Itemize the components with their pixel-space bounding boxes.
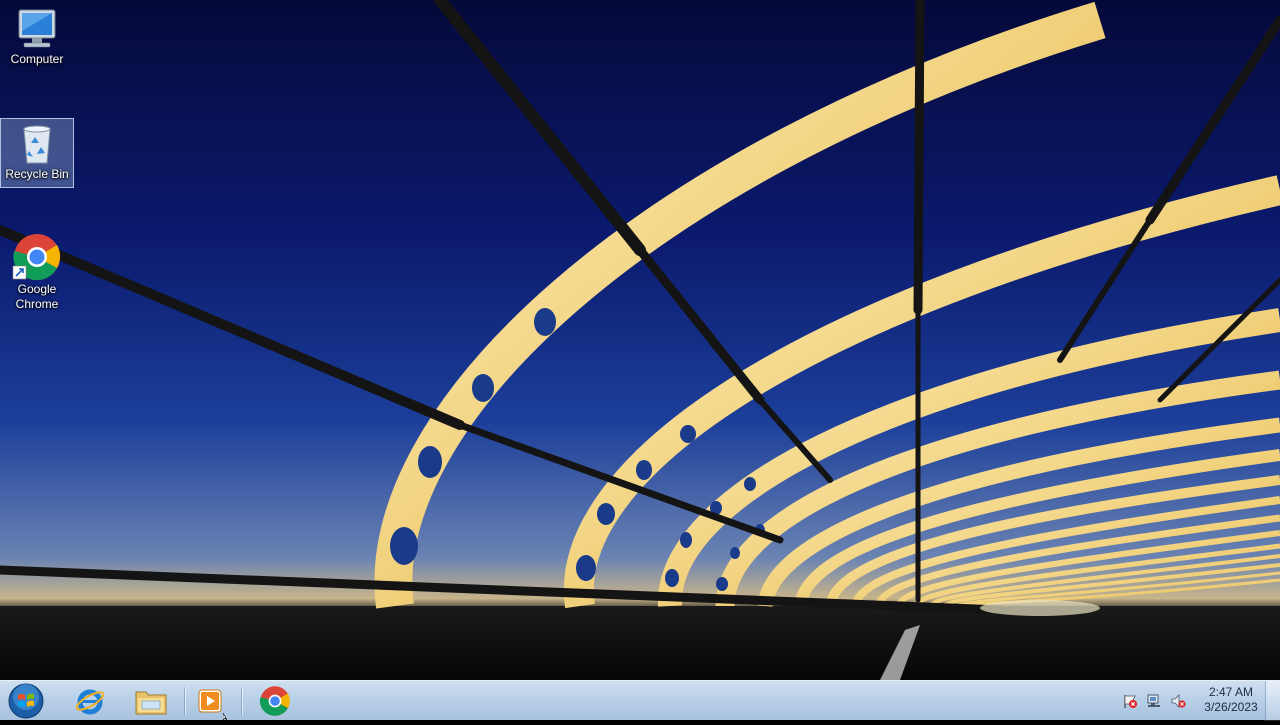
desktop-icon-label: Computer [10,52,64,66]
media-player-icon [198,689,222,713]
computer-icon [18,9,56,48]
desktop-icon-label: Recycle Bin [5,167,69,181]
action-center-flag-icon[interactable] [1122,693,1138,709]
taskbar-separator [241,687,242,715]
file-explorer-folder-icon [135,691,167,715]
desktop[interactable]: Computer Recycle Bin Google Chrome [0,0,1280,680]
system-tray: 2:47 AM 3/26/2023 [1114,681,1280,721]
clock-time: 2:47 AM [1208,685,1254,699]
chrome-icon [12,234,61,281]
mouse-cursor-icon [223,713,228,720]
desktop-icon-computer[interactable]: Computer [0,6,74,76]
desktop-icon-label-line1: Google [17,282,57,296]
taskbar: 2:47 AM 3/26/2023 [0,680,1280,721]
show-desktop-button[interactable] [1265,681,1280,721]
taskbar-google-chrome-button[interactable] [247,682,303,720]
chrome-icon [259,686,290,716]
taskbar-internet-explorer-button[interactable] [62,682,118,720]
desktop-icon-label-line2: Chrome [15,297,59,311]
internet-explorer-icon [75,689,105,715]
taskbar-windows-explorer-button[interactable] [123,682,179,720]
network-icon[interactable] [1146,693,1162,709]
start-button[interactable] [4,682,48,720]
taskbar-clock[interactable]: 2:47 AM 3/26/2023 [1199,685,1263,715]
volume-muted-icon[interactable] [1170,693,1186,709]
recycle-bin-icon [23,125,51,164]
clock-date: 3/26/2023 [1204,700,1258,714]
desktop-icon-google-chrome[interactable]: Google Chrome [0,232,74,318]
desktop-icon-recycle-bin[interactable]: Recycle Bin [0,118,74,188]
windows-start-orb-icon [8,683,44,719]
wallpaper-bridge [0,0,1280,680]
